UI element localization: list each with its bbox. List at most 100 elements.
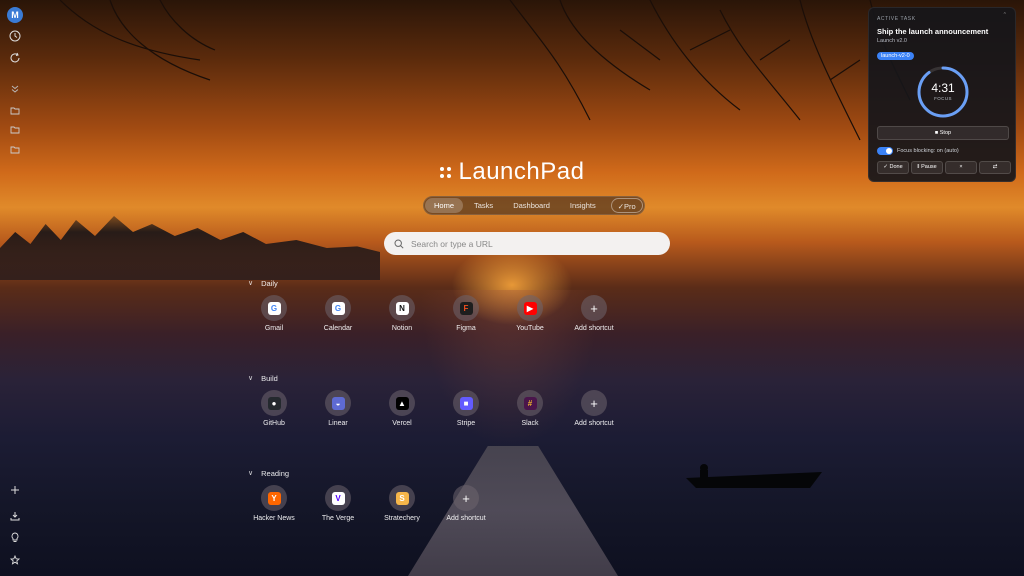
ideas-button[interactable]	[6, 528, 24, 546]
pro-badge-button[interactable]: ✓Pro	[610, 198, 643, 213]
the-verge-icon: V	[331, 491, 345, 505]
shortcut-tile[interactable]: V The Verge	[310, 485, 366, 522]
shortcut-tile[interactable]: # Slack	[502, 390, 558, 427]
linear-icon: ◒	[331, 396, 345, 410]
tab-tasks[interactable]: Tasks	[465, 198, 502, 213]
dismiss-button[interactable]: ×	[945, 161, 977, 174]
shortcut-tile[interactable]: ▶ YouTube	[502, 295, 558, 332]
shortcut-group-daily: ∨ Daily G Gmail G Calendar N Notion F Figma ▶ YouTu…	[248, 277, 628, 339]
shortcut-tiles: Y Hacker News V The Verge S Stratechery + Add s…	[248, 485, 648, 525]
shortcut-label: Stripe	[456, 420, 476, 427]
branch-silhouette	[59, 0, 216, 81]
chevron-down-icon: ∨	[248, 280, 254, 287]
shortcut-tile[interactable]: ■ Stripe	[438, 390, 494, 427]
favorites-button[interactable]	[6, 551, 24, 569]
shortcut-icon-circle: Y	[261, 485, 287, 511]
tab-insights[interactable]: Insights	[561, 198, 605, 213]
refresh-icon	[10, 52, 20, 63]
add-shortcut-button[interactable]: + Add shortcut	[566, 295, 622, 332]
shortcut-tile[interactable]: Y Hacker News	[246, 485, 302, 522]
folder-icon	[10, 126, 20, 133]
chevron-down-icon: ∨	[248, 375, 254, 382]
shortcut-icon-circle: V	[325, 485, 351, 511]
shortcut-icon-circle: +	[581, 295, 607, 321]
shortcut-tile[interactable]: ● GitHub	[246, 390, 302, 427]
done-button[interactable]: ✓ Done	[877, 161, 909, 174]
chevron-down-icon: ∨	[248, 470, 254, 477]
focus-blocking-label: Focus blocking: on (auto)	[897, 148, 959, 154]
shortcut-icon-circle: +	[581, 390, 607, 416]
shortcut-icon-circle: ▶	[517, 295, 543, 321]
collapse-icon	[11, 85, 19, 93]
shortcut-label: The Verge	[321, 515, 355, 522]
search-bar[interactable]	[384, 232, 670, 255]
search-input[interactable]	[411, 238, 651, 249]
folder-button-1[interactable]	[6, 101, 24, 119]
shortcut-label: Add shortcut	[446, 515, 486, 522]
tab-home[interactable]: Home	[425, 198, 464, 213]
add-button[interactable]	[6, 481, 24, 499]
avatar-initial: M	[11, 10, 19, 20]
group-header[interactable]: ∨ Daily	[248, 277, 628, 289]
download-button[interactable]	[6, 507, 24, 525]
github-icon: ●	[267, 396, 281, 410]
brand-logo-icon	[439, 166, 451, 178]
shortcut-label: Gmail	[264, 325, 284, 332]
shortcut-tile[interactable]: G Calendar	[310, 295, 366, 332]
collapse-button[interactable]	[6, 80, 24, 98]
refresh-button[interactable]	[6, 49, 24, 67]
stratechery-icon: S	[395, 491, 409, 505]
shortcut-label: Stratechery	[384, 515, 420, 522]
main-nav: Home Tasks Dashboard Insights ✓Pro	[423, 196, 645, 215]
close-icon[interactable]: ˆ	[1004, 13, 1006, 20]
tab-dashboard[interactable]: Dashboard	[504, 198, 559, 213]
shortcut-icon-circle: +	[453, 485, 479, 511]
folder-icon	[10, 146, 20, 153]
shortcut-tile[interactable]: N Notion	[374, 295, 430, 332]
timer-value: 4:31	[931, 81, 955, 95]
gmail-icon: G	[267, 301, 281, 315]
lightbulb-icon	[11, 532, 19, 542]
task-actions: ✓ Done ‖ Pause × ⇄	[877, 161, 1011, 174]
stop-button[interactable]: ■ Stop	[877, 126, 1009, 140]
shortcut-icon-circle: ■	[453, 390, 479, 416]
shortcut-tile[interactable]: ◒ Linear	[310, 390, 366, 427]
history-button[interactable]	[6, 27, 24, 45]
download-icon	[10, 512, 20, 521]
calendar-icon: G	[331, 301, 345, 315]
add-shortcut-button[interactable]: + Add shortcut	[438, 485, 494, 522]
avatar[interactable]: M	[7, 7, 23, 23]
boat-silhouette	[686, 464, 822, 488]
shortcut-label: Add shortcut	[574, 325, 614, 332]
switch-task-button[interactable]: ⇄	[979, 161, 1011, 174]
task-title: Ship the launch announcement	[877, 27, 989, 36]
shortcut-tiles: G Gmail G Calendar N Notion F Figma ▶ YouTube + Add…	[248, 295, 648, 335]
shortcut-tile[interactable]: G Gmail	[246, 295, 302, 332]
folder-button-3[interactable]	[6, 140, 24, 158]
hacker-news-icon: Y	[267, 491, 281, 505]
shortcut-icon-circle: G	[325, 295, 351, 321]
treeline-silhouette	[0, 216, 380, 280]
group-header[interactable]: ∨ Reading	[248, 467, 628, 479]
shortcut-tile[interactable]: F Figma	[438, 295, 494, 332]
focus-blocking-row: Focus blocking: on (auto)	[877, 147, 959, 155]
add-shortcut-button[interactable]: + Add shortcut	[566, 390, 622, 427]
group-title: Build	[261, 373, 278, 383]
search-icon	[394, 238, 404, 249]
shortcut-tile[interactable]: S Stratechery	[374, 485, 430, 522]
star-icon	[10, 555, 20, 565]
left-rail: M	[0, 0, 30, 576]
pause-button[interactable]: ‖ Pause	[911, 161, 943, 174]
shortcut-label: Calendar	[323, 325, 353, 332]
task-tag[interactable]: launch-v2-0	[877, 52, 914, 60]
shortcut-tile[interactable]: ▲ Vercel	[374, 390, 430, 427]
focus-blocking-toggle[interactable]	[877, 147, 893, 155]
shortcut-label: YouTube	[516, 325, 544, 332]
group-header[interactable]: ∨ Build	[248, 372, 628, 384]
shortcut-icon-circle: #	[517, 390, 543, 416]
task-project: Launch v2.0	[877, 38, 907, 44]
shortcut-icon-circle: N	[389, 295, 415, 321]
folder-button-2[interactable]	[6, 120, 24, 138]
shortcut-label: Vercel	[392, 420, 412, 427]
plus-icon	[11, 486, 19, 494]
